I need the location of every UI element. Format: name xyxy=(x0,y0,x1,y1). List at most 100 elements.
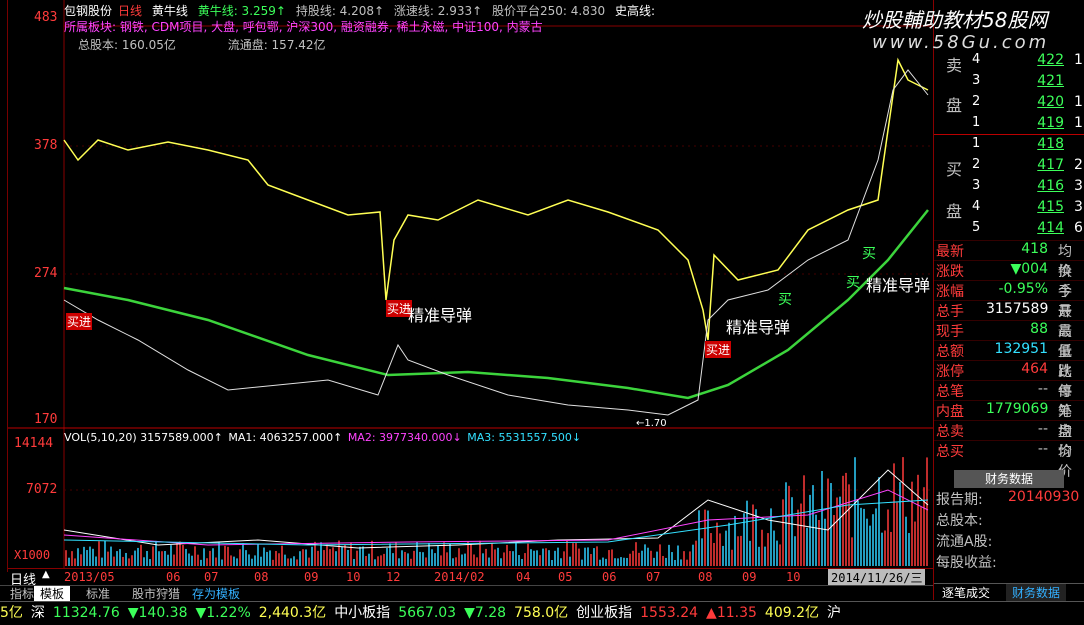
finance-key: 每股收益: xyxy=(936,555,997,571)
sell-row[interactable]: 2 420 1 xyxy=(934,94,1084,115)
stat-row: 总买 -- 均价 xyxy=(934,440,1084,480)
site-url: www.58Gu.com xyxy=(872,32,1050,53)
date-tick: 07 xyxy=(646,570,661,584)
guide-label: 精准导弹 xyxy=(866,276,931,295)
date-tick: 06 xyxy=(166,570,181,584)
date-tick: 09 xyxy=(742,570,757,584)
stock-name: 包钢股份 xyxy=(64,4,113,18)
period-dropdown-icon[interactable]: ▲ xyxy=(42,569,50,580)
stat-key: 涨跌 xyxy=(936,264,964,280)
date-tick: 05 xyxy=(558,570,573,584)
tab-tick-trades[interactable]: 逐笔成交 xyxy=(936,584,996,601)
stat-value: 418 xyxy=(1021,241,1048,257)
float-capital: 流通盘: 157.42亿 xyxy=(227,38,326,52)
divider xyxy=(934,134,1084,135)
stat-row: 总额 132951 量比 xyxy=(934,340,1084,380)
stat-row: 涨跌 ▼004 换手 xyxy=(934,260,1084,300)
stat-key: 内盘 xyxy=(936,404,964,420)
price-tick: 274 xyxy=(34,266,58,281)
level: 3 xyxy=(972,73,981,88)
stat-key: 总手 xyxy=(936,304,964,320)
indicator-0: 黄牛线 xyxy=(151,4,188,18)
stat-value: 88 xyxy=(1030,321,1048,337)
ticker-item: 5亿 xyxy=(0,605,23,621)
stat-row: 涨停 464 跌停 xyxy=(934,360,1084,400)
volume-tick: X1000 xyxy=(14,548,51,562)
price: 422 xyxy=(1037,52,1064,68)
volume: 3 xyxy=(1074,199,1083,215)
period-name: 日线 xyxy=(118,4,143,18)
buy-row[interactable]: 2 417 2 xyxy=(934,157,1084,178)
level: 1 xyxy=(972,115,981,130)
tab-template[interactable]: 模板 xyxy=(34,586,71,602)
stat-value: 1779069 xyxy=(986,401,1049,417)
market-ticker: 5亿深 11324.76 ▼140.38 ▼1.22% 2,440.3亿 中小板指 5667… xyxy=(0,601,1084,625)
level: 3 xyxy=(972,178,981,193)
tab-save-template[interactable]: 存为模板 xyxy=(186,586,246,602)
sell-row[interactable]: 3 421 xyxy=(934,73,1084,94)
volume: 1 xyxy=(1074,94,1083,110)
level: 4 xyxy=(972,52,981,67)
buy-marker: 买 xyxy=(846,275,860,291)
guide-label: 精准导弹 xyxy=(726,318,791,337)
stat-key: 总卖 xyxy=(936,424,964,440)
date-tick: 2013/05 xyxy=(64,570,115,584)
stat-row: 总手 3157589 最高 xyxy=(934,300,1084,340)
date-tick: 08 xyxy=(254,570,269,584)
date-tick: 2014/02 xyxy=(434,570,485,584)
volume-tick: 14144 xyxy=(14,436,54,451)
sell-row[interactable]: 4 422 1 xyxy=(934,52,1084,73)
stat-key: 总买 xyxy=(936,444,964,460)
date-tick: 09 xyxy=(304,570,319,584)
stat-row: 涨幅 -0.95% 今开 xyxy=(934,280,1084,320)
green-ma-line xyxy=(63,209,929,400)
ticker-item: 1553.24 xyxy=(640,605,699,621)
left-toolbar-strip[interactable] xyxy=(0,0,8,572)
stat-value: 132951 xyxy=(994,341,1048,357)
indicator-header: 包钢股份 日线 黄牛线 黄牛线: 3.259↑ 持股线: 4.208↑ 涨速线: … xyxy=(64,2,661,19)
bottom-tabs: 指标 模板 标准 股市狩猎 存为模板 xyxy=(0,585,933,602)
capital-info: 总股本: 160.05亿 流通盘: 157.42亿 xyxy=(78,36,374,53)
price: 414 xyxy=(1037,220,1064,236)
indicator-1: 黄牛线: 3.259↑ xyxy=(197,4,286,18)
price: 415 xyxy=(1037,199,1064,215)
stat-value: -- xyxy=(1037,441,1048,457)
volume-tick: 7072 xyxy=(26,482,58,497)
buy-row[interactable]: 5 414 6 xyxy=(934,220,1084,241)
finance-row: 总股本: xyxy=(936,510,983,530)
kline-chart-area[interactable]: 483 378 274 170 14144 7072 X1000 xyxy=(8,0,933,568)
finance-value: 20140930 xyxy=(1008,489,1080,505)
date-tick: 10 xyxy=(346,570,361,584)
right-tabs: 逐笔成交 财务数据 xyxy=(934,583,1084,601)
sell-row[interactable]: 1 419 1 xyxy=(934,115,1084,136)
stat-key: 总额 xyxy=(936,344,964,360)
tab-finance[interactable]: 财务数据 xyxy=(1006,584,1067,601)
stat-value: -- xyxy=(1037,421,1048,437)
guide-label: 精准导弹 xyxy=(408,306,473,325)
finance-row: 报告期: 20140930 xyxy=(936,489,1079,509)
date-tick: 07 xyxy=(204,570,219,584)
stat-key: 涨停 xyxy=(936,364,964,380)
ticker-item: 沪 xyxy=(827,605,841,621)
stat-value: -- xyxy=(1037,381,1048,397)
stat-row: 最新 418 均价 xyxy=(934,240,1084,280)
indicator-3: 涨速线: 2.933↑ xyxy=(393,4,483,18)
tab-hunting[interactable]: 股市狩猎 xyxy=(126,586,186,602)
volume: 2 xyxy=(1074,157,1083,173)
date-tick: 08 xyxy=(698,570,713,584)
level: 1 xyxy=(972,136,981,151)
tab-standard[interactable]: 标准 xyxy=(80,586,116,602)
buy-row[interactable]: 1 418 xyxy=(934,136,1084,157)
finance-header[interactable]: 财务数据 xyxy=(954,470,1064,488)
stat-value: 464 xyxy=(1021,361,1048,377)
ticker-item: 409.2亿 xyxy=(764,605,819,621)
signal-badge: 买进 xyxy=(705,341,732,358)
ticker-item: 2,440.3亿 xyxy=(258,605,327,621)
signal-badge: 买进 xyxy=(66,313,93,330)
buy-row[interactable]: 3 416 3 xyxy=(934,178,1084,199)
buy-row[interactable]: 4 415 3 xyxy=(934,199,1084,220)
price: 417 xyxy=(1037,157,1064,173)
ticker-item: 创业板指 xyxy=(576,605,633,621)
volume: 1 xyxy=(1074,115,1083,131)
vol-label: VOL(5,10,20) 3157589.000↑ xyxy=(64,431,223,444)
